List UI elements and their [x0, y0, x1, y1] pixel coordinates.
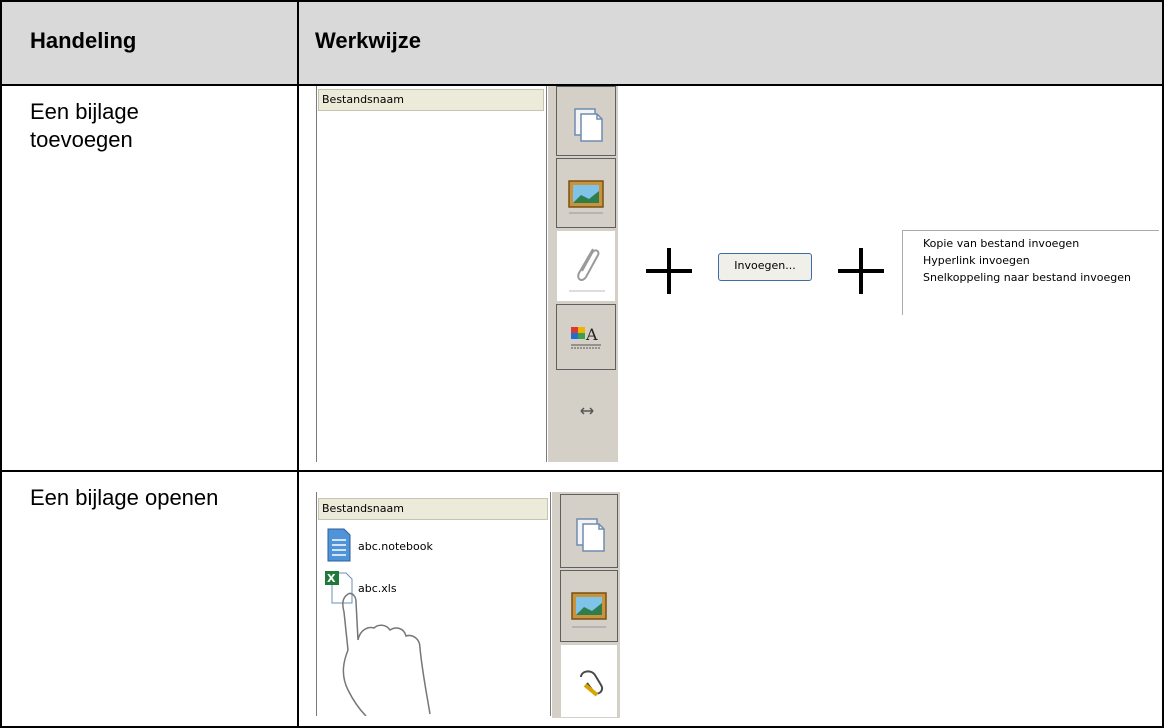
- plus-icon-2: [838, 248, 884, 294]
- menu-item-hyperlink[interactable]: Hyperlink invoegen: [903, 252, 1159, 269]
- row2-action: Een bijlage openen: [30, 485, 219, 510]
- row1-action-line1: Een bijlage: [30, 99, 139, 124]
- attachment-list-panel: Bestandsnaam: [316, 86, 548, 462]
- tab-attachments-2[interactable]: [560, 644, 618, 718]
- panel-border-right: [546, 86, 547, 462]
- tab-page-sorter[interactable]: [556, 86, 616, 156]
- table-header-row: Handeling Werkwijze: [0, 0, 1164, 84]
- panel-border-left: [316, 86, 317, 462]
- tab-gallery[interactable]: [556, 158, 616, 228]
- side-tab-strip-2: [552, 492, 620, 718]
- tab-gallery-2[interactable]: [560, 570, 618, 642]
- panel2-border-right: [550, 492, 551, 716]
- plus-icon-1: [646, 248, 692, 294]
- side-tab-strip: A: [548, 86, 618, 462]
- paperclip-icon: [569, 248, 605, 292]
- panel2-border-left: [316, 492, 317, 716]
- page-sorter-icon-2: [576, 518, 605, 552]
- column-header-bestandsnaam[interactable]: Bestandsnaam: [318, 89, 544, 111]
- column-header-bestandsnaam-2[interactable]: Bestandsnaam: [318, 498, 548, 520]
- table-border-left: [0, 0, 2, 728]
- properties-icon: A: [571, 325, 601, 349]
- notebook-icon: [327, 528, 351, 562]
- header-werkwijze: Werkwijze: [315, 28, 421, 53]
- row1-action: Een bijlage toevoegen: [30, 98, 139, 154]
- insert-context-menu: Kopie van bestand invoegen Hyperlink inv…: [902, 230, 1159, 315]
- table-column-divider: [297, 0, 299, 728]
- table-rule-row1: [0, 470, 1164, 472]
- attachment-list-panel-2: Bestandsnaam abc.notebook X abc.xls: [316, 492, 552, 716]
- table-border-top: [0, 0, 1164, 2]
- tab-page-sorter-2[interactable]: [560, 494, 618, 568]
- file-name-notebook: abc.notebook: [358, 540, 433, 553]
- row1-action-line2: toevoegen: [30, 127, 133, 152]
- svg-text:X: X: [327, 572, 336, 585]
- tab-properties[interactable]: A: [556, 304, 616, 370]
- insert-button[interactable]: Invoegen...: [718, 253, 812, 281]
- gallery-icon: [568, 180, 604, 214]
- procedure-table: Handeling Werkwijze Een bijlage toevoege…: [0, 0, 1164, 728]
- paperclip-icon-2: [580, 670, 603, 697]
- header-handeling: Handeling: [30, 28, 137, 53]
- gallery-icon-2: [571, 592, 607, 628]
- file-item-notebook[interactable]: abc.notebook: [322, 528, 542, 564]
- hand-pointer-icon: [342, 592, 431, 716]
- page-sorter-icon: [574, 108, 603, 142]
- tab-attachments[interactable]: [556, 230, 616, 302]
- menu-item-copy-file[interactable]: Kopie van bestand invoegen: [903, 235, 1159, 252]
- resize-arrows-icon[interactable]: [556, 386, 616, 436]
- svg-text:A: A: [585, 325, 598, 344]
- menu-item-shortcut[interactable]: Snelkoppeling naar bestand invoegen: [903, 269, 1159, 286]
